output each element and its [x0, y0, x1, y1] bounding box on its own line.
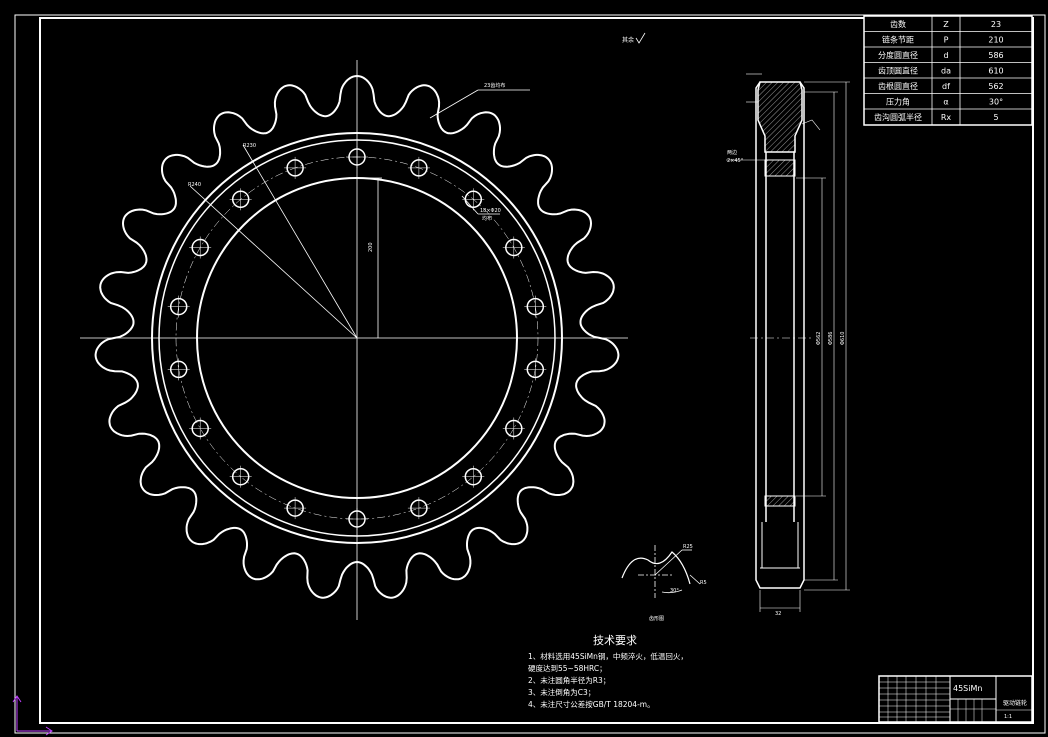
bolt-hole — [229, 188, 252, 211]
bolt-hole — [229, 465, 252, 488]
param-name-cell: 分度圆直径 — [878, 50, 918, 60]
tech-req-lines: 1、材料选用45SiMn钢，中频淬火，低温回火， 硬度达到55~58HRC； 2、未… — [528, 651, 688, 709]
bolt-hole — [189, 236, 212, 259]
bolt-hole — [502, 417, 525, 440]
param-symbol-cell: Z — [943, 20, 949, 29]
bolt-hole — [462, 465, 485, 488]
param-value-cell: 30° — [989, 97, 1003, 106]
top-section-hatch — [757, 81, 803, 153]
tech-req-line: 2、未注圆角半径为R3； — [528, 675, 610, 685]
teeth-label: 23齿均布 — [484, 82, 505, 89]
bolt-hole — [284, 497, 307, 520]
width-dim-label: 32 — [775, 611, 781, 617]
drawing-canvas: 23齿均布 18×Φ20 均布 200 R230 R240 其余 两边 2×45… — [0, 0, 1048, 737]
side-dim-562: Φ562 — [816, 332, 822, 345]
holes-leader — [461, 195, 479, 215]
dim-200-label: 200 — [368, 242, 374, 252]
roughness-note: 其余 — [622, 36, 634, 44]
chamfer-label: 两边 — [727, 149, 737, 156]
r230-label: R230 — [243, 143, 256, 149]
bolt-hole — [189, 417, 212, 440]
param-name-cell: 齿顶圆直径 — [878, 65, 918, 75]
ucs-icon — [12, 695, 53, 736]
bolt-hole — [502, 236, 525, 259]
param-symbol-cell: Rx — [941, 113, 952, 122]
title-part-name: 驱动链轮 — [1003, 699, 1027, 707]
angle-30-label: 30° — [670, 588, 679, 594]
param-symbol-cell: df — [942, 82, 950, 91]
bolt-hole — [167, 295, 190, 318]
param-name-cell: 链条节距 — [882, 34, 914, 44]
holes-label: 18×Φ20 — [480, 208, 501, 214]
param-symbol-cell: da — [941, 66, 951, 75]
param-name-cell: 齿沟圆弧半径 — [874, 112, 922, 122]
tooth-profile-detail — [621, 545, 701, 598]
param-name-cell: 压力角 — [886, 96, 910, 106]
param-symbol-cell: α — [943, 97, 948, 106]
bolt-hole — [524, 358, 547, 381]
title-drawing-no: 1:1 — [1004, 714, 1012, 720]
holes-sub-label: 均布 — [482, 215, 492, 222]
param-value-cell: 586 — [988, 51, 1003, 60]
param-name-cell: 齿根圆直径 — [878, 81, 918, 91]
param-value-cell: 610 — [988, 66, 1003, 75]
bolt-hole — [167, 358, 190, 381]
param-value-cell: 210 — [988, 35, 1003, 44]
side-outline — [755, 81, 805, 589]
r240-leader — [189, 185, 358, 339]
bolt-hole-section-top — [764, 159, 796, 177]
param-value-cell: 5 — [993, 113, 998, 122]
r240-label: R240 — [188, 182, 201, 188]
param-value-cell: 562 — [988, 82, 1003, 91]
tech-req-line: 1、材料选用45SiMn钢，中频淬火，低温回火， — [528, 651, 688, 661]
param-symbol-cell: d — [943, 51, 948, 60]
bolt-hole — [407, 497, 430, 520]
sprocket-front-view — [80, 60, 628, 620]
bolt-hole — [462, 188, 485, 211]
tech-req-line: 4、未注尺寸公差按GB/T 18204-m。 — [528, 699, 655, 709]
chamfer-sub-label: 2×45° — [727, 158, 744, 164]
param-symbol-cell: P — [944, 35, 949, 44]
param-name-cell: 齿数 — [890, 19, 906, 29]
tooth-profile-caption: 齿形图 — [649, 615, 664, 622]
side-dim-610: Φ610 — [840, 332, 846, 345]
tech-req-line: 3、未注倒角为C3； — [528, 687, 595, 697]
bolt-hole-section-bottom — [764, 495, 796, 507]
roughness-symbol — [635, 32, 646, 44]
param-value-cell: 23 — [991, 20, 1001, 29]
side-dim-586: Φ586 — [828, 332, 834, 345]
tech-req-line: 硬度达到55~58HRC； — [528, 663, 607, 673]
bolt-hole — [284, 156, 307, 179]
bolt-hole — [524, 295, 547, 318]
tech-req-title: 技术要求 — [593, 634, 637, 647]
cad-drawing: 23齿均布 18×Φ20 均布 200 R230 R240 其余 两边 2×45… — [12, 14, 1046, 736]
r25-label: R25 — [683, 544, 693, 550]
r5-label: R5 — [700, 580, 707, 586]
title-material: 45SiMn — [953, 684, 982, 693]
bolt-hole — [407, 156, 430, 179]
param-table: 齿数 Z 23 链条节距 P 210 分度圆直径 d 586 齿顶圆直径 da 610 齿根圆直径 df 5… — [863, 15, 1033, 126]
